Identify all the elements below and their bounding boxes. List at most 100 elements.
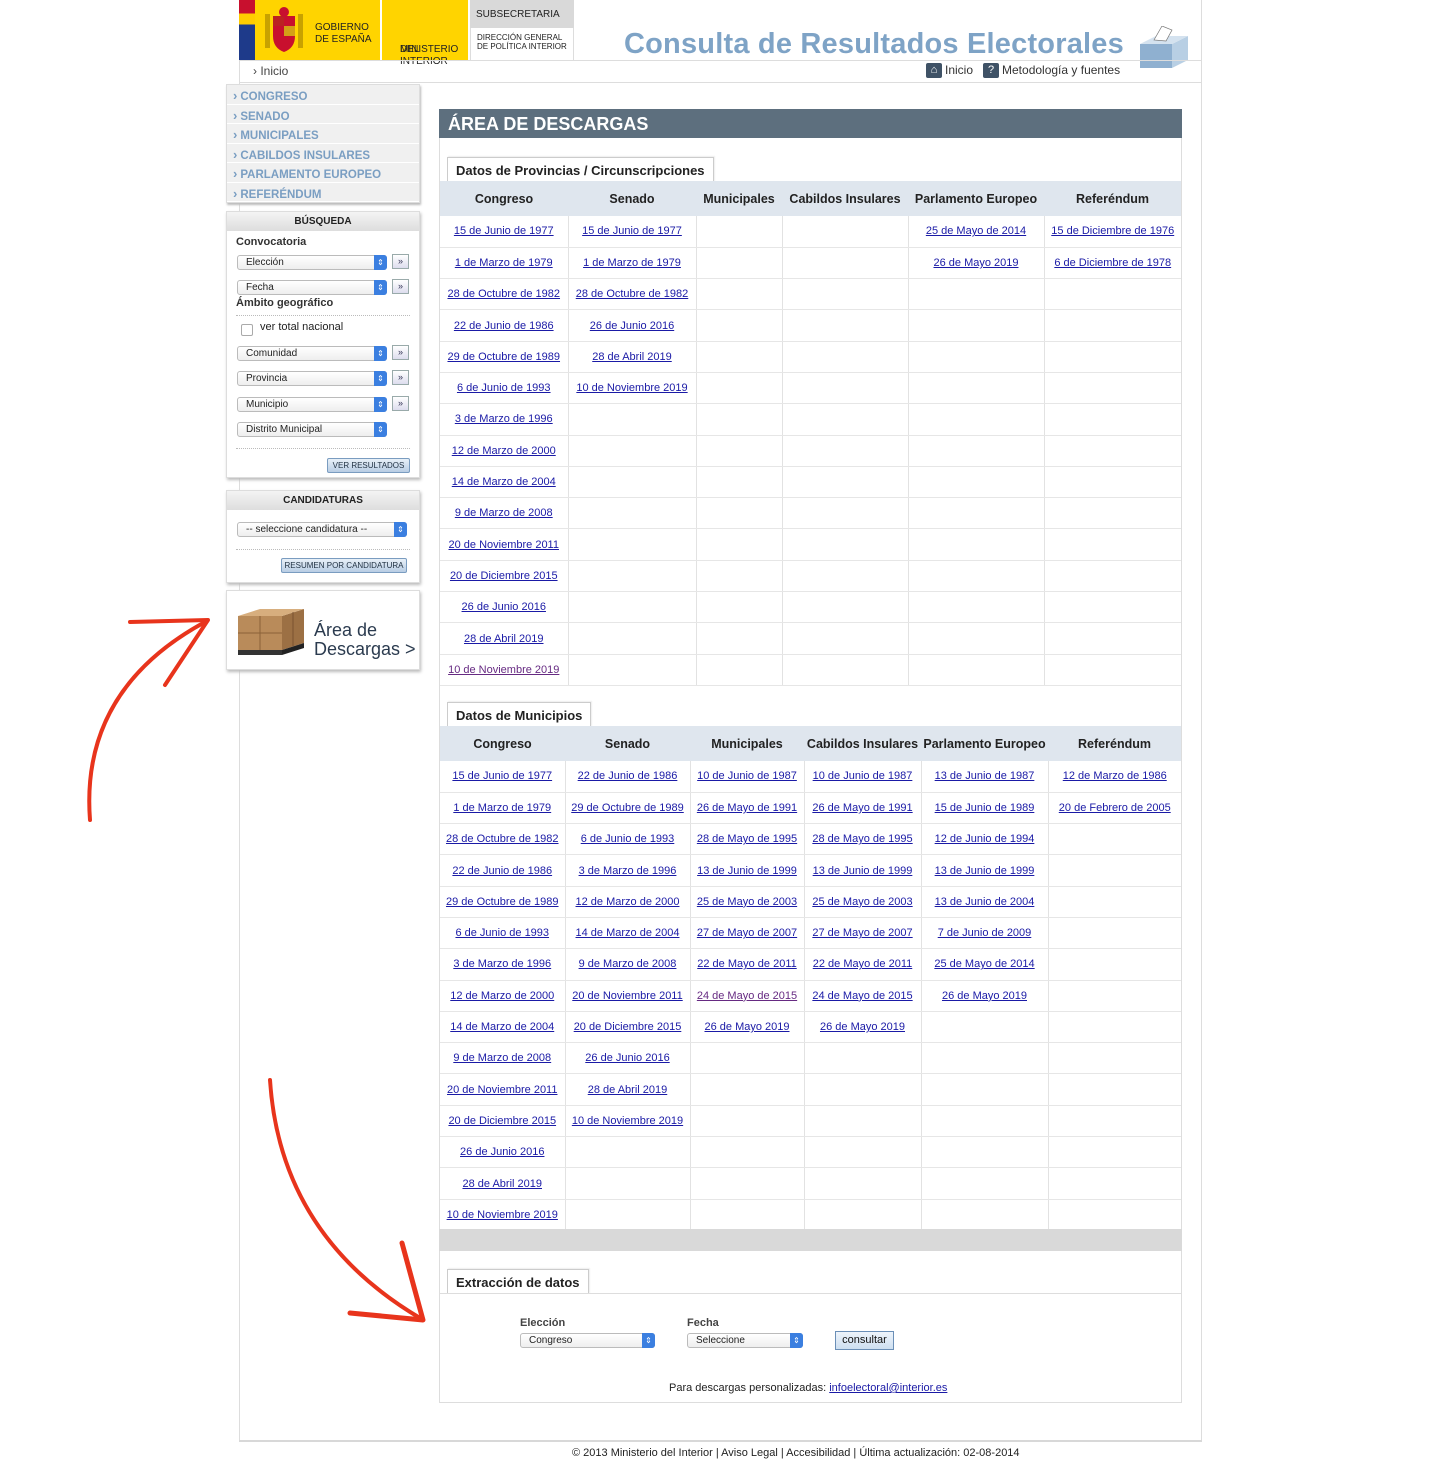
download-link[interactable]: 13 de Junio de 1999	[813, 865, 913, 877]
download-link[interactable]: 9 de Marzo de 2008	[453, 1052, 551, 1064]
download-link[interactable]: 13 de Junio de 1987	[935, 770, 1035, 782]
download-link[interactable]: 26 de Mayo 2019	[704, 1021, 789, 1033]
download-link[interactable]: 26 de Junio 2016	[462, 601, 546, 613]
download-link[interactable]: 14 de Marzo de 2004	[576, 927, 680, 939]
download-link[interactable]: 22 de Mayo de 2011	[697, 958, 796, 970]
download-link[interactable]: 15 de Junio de 1977	[454, 225, 554, 237]
eleccion-go-button[interactable]: »	[392, 254, 409, 269]
download-link[interactable]: 26 de Mayo 2019	[820, 1021, 905, 1033]
download-link[interactable]: 22 de Mayo de 2011	[813, 958, 912, 970]
download-link[interactable]: 9 de Marzo de 2008	[579, 958, 677, 970]
sidebar-item-4[interactable]: PARLAMENTO EUROPEO	[227, 163, 419, 183]
download-link[interactable]: 12 de Marzo de 2000	[452, 445, 556, 457]
download-link[interactable]: 29 de Octubre de 1989	[446, 896, 559, 908]
download-link[interactable]: 29 de Octubre de 1989	[571, 802, 684, 814]
download-link[interactable]: 28 de Abril 2019	[464, 633, 544, 645]
download-link[interactable]: 13 de Junio de 1999	[697, 865, 797, 877]
download-link[interactable]: 3 de Marzo de 1996	[579, 865, 677, 877]
download-link[interactable]: 29 de Octubre de 1989	[447, 351, 560, 363]
sidebar-item-2[interactable]: MUNICIPALES	[227, 124, 419, 144]
download-link[interactable]: 12 de Marzo de 1986	[1063, 770, 1167, 782]
comunidad-go-button[interactable]: »	[392, 345, 409, 360]
download-link[interactable]: 25 de Mayo de 2003	[812, 896, 912, 908]
tab-provincias[interactable]: Datos de Provincias / Circunscripciones	[447, 157, 714, 182]
download-link[interactable]: 14 de Marzo de 2004	[450, 1021, 554, 1033]
download-link[interactable]: 28 de Octubre de 1982	[576, 288, 689, 300]
download-link[interactable]: 12 de Marzo de 2000	[450, 990, 554, 1002]
methodology-link[interactable]: ? Metodología y fuentes	[983, 63, 1120, 79]
download-link[interactable]: 9 de Marzo de 2008	[455, 507, 553, 519]
distrito-select[interactable]: Distrito Municipal	[237, 422, 387, 437]
download-link[interactable]: 28 de Abril 2019	[588, 1084, 668, 1096]
download-link[interactable]: 20 de Noviembre 2011	[447, 1084, 557, 1096]
download-link[interactable]: 28 de Octubre de 1982	[446, 833, 559, 845]
comunidad-select[interactable]: Comunidad	[237, 346, 387, 361]
tab-extraccion[interactable]: Extracción de datos	[447, 1269, 589, 1294]
tab-municipios[interactable]: Datos de Municipios	[447, 702, 592, 727]
municipio-select[interactable]: Municipio	[237, 397, 387, 412]
download-link[interactable]: 28 de Mayo de 1995	[697, 833, 797, 845]
home-link[interactable]: ⌂ Inicio	[926, 63, 973, 79]
download-link[interactable]: 22 de Junio de 1986	[578, 770, 678, 782]
download-link[interactable]: 26 de Junio 2016	[460, 1146, 544, 1158]
download-link[interactable]: 24 de Mayo de 2015	[697, 990, 797, 1002]
download-link[interactable]: 25 de Mayo de 2003	[697, 896, 797, 908]
eleccion-select[interactable]: Elección	[237, 255, 387, 270]
download-link[interactable]: 10 de Noviembre 2019	[572, 1115, 683, 1127]
extraccion-eleccion-select[interactable]: Congreso	[520, 1333, 655, 1348]
download-link[interactable]: 15 de Diciembre de 1976	[1051, 225, 1174, 237]
fecha-select[interactable]: Fecha	[237, 280, 387, 295]
download-link[interactable]: 28 de Abril 2019	[462, 1178, 542, 1190]
download-link[interactable]: 26 de Mayo de 1991	[697, 802, 797, 814]
download-link[interactable]: 6 de Junio de 1993	[455, 927, 549, 939]
extraccion-fecha-select[interactable]: Seleccione	[687, 1333, 803, 1348]
download-link[interactable]: 28 de Octubre de 1982	[447, 288, 560, 300]
download-link[interactable]: 10 de Junio de 1987	[813, 770, 913, 782]
download-link[interactable]: 20 de Noviembre 2011	[449, 539, 559, 551]
download-link[interactable]: 20 de Diciembre 2015	[448, 1115, 556, 1127]
provincia-go-button[interactable]: »	[392, 370, 409, 385]
download-link[interactable]: 10 de Noviembre 2019	[576, 382, 687, 394]
provincia-select[interactable]: Provincia	[237, 371, 387, 386]
gobierno-logo[interactable]: GOBIERNO DE ESPAÑA	[255, 0, 380, 61]
download-link[interactable]: 7 de Junio de 2009	[938, 927, 1032, 939]
download-link[interactable]: 22 de Junio de 1986	[452, 865, 552, 877]
download-link[interactable]: 15 de Junio de 1977	[582, 225, 682, 237]
download-link[interactable]: 20 de Diciembre 2015	[450, 570, 558, 582]
download-link[interactable]: 13 de Junio de 2004	[935, 896, 1035, 908]
download-link[interactable]: 20 de Diciembre 2015	[574, 1021, 682, 1033]
download-link[interactable]: 6 de Diciembre de 1978	[1054, 257, 1171, 269]
download-link[interactable]: 20 de Noviembre 2011	[572, 990, 682, 1002]
download-link[interactable]: 10 de Junio de 1987	[697, 770, 797, 782]
fecha-go-button[interactable]: »	[392, 279, 409, 294]
download-link[interactable]: 28 de Abril 2019	[592, 351, 672, 363]
download-link[interactable]: 27 de Mayo de 2007	[697, 927, 797, 939]
contact-email-link[interactable]: infoelectoral@interior.es	[829, 1382, 947, 1394]
download-link[interactable]: 26 de Mayo de 1991	[812, 802, 912, 814]
download-link[interactable]: 1 de Marzo de 1979	[453, 802, 551, 814]
sidebar-item-0[interactable]: CONGRESO	[227, 85, 419, 105]
download-link[interactable]: 28 de Mayo de 1995	[812, 833, 912, 845]
download-link[interactable]: 25 de Mayo de 2014	[934, 958, 1034, 970]
download-link[interactable]: 6 de Junio de 1993	[457, 382, 551, 394]
download-link[interactable]: 27 de Mayo de 2007	[812, 927, 912, 939]
download-link[interactable]: 10 de Noviembre 2019	[447, 1209, 558, 1221]
candidatura-select[interactable]: -- seleccione candidatura --	[237, 522, 407, 537]
download-link[interactable]: 10 de Noviembre 2019	[448, 664, 559, 676]
download-link[interactable]: 13 de Junio de 1999	[935, 865, 1035, 877]
breadcrumb[interactable]: › Inicio	[253, 64, 288, 78]
ver-resultados-button[interactable]: VER RESULTADOS	[327, 458, 410, 473]
resumen-candidatura-button[interactable]: RESUMEN POR CANDIDATURA	[281, 558, 407, 573]
download-link[interactable]: 3 de Marzo de 1996	[455, 413, 553, 425]
download-link[interactable]: 26 de Mayo 2019	[933, 257, 1018, 269]
download-link[interactable]: 6 de Junio de 1993	[581, 833, 675, 845]
area-descargas-banner[interactable]: Área de Descargas >	[226, 590, 420, 670]
download-link[interactable]: 12 de Marzo de 2000	[576, 896, 680, 908]
consultar-button[interactable]: consultar	[835, 1331, 894, 1350]
download-link[interactable]: 12 de Junio de 1994	[935, 833, 1035, 845]
total-nacional-checkbox[interactable]	[241, 324, 253, 336]
sidebar-item-3[interactable]: CABILDOS INSULARES	[227, 144, 419, 163]
download-link[interactable]: 20 de Febrero de 2005	[1059, 802, 1171, 814]
ministerio-logo[interactable]: MINISTERIO DEL INTERIOR	[382, 0, 468, 67]
download-link[interactable]: 14 de Marzo de 2004	[452, 476, 556, 488]
